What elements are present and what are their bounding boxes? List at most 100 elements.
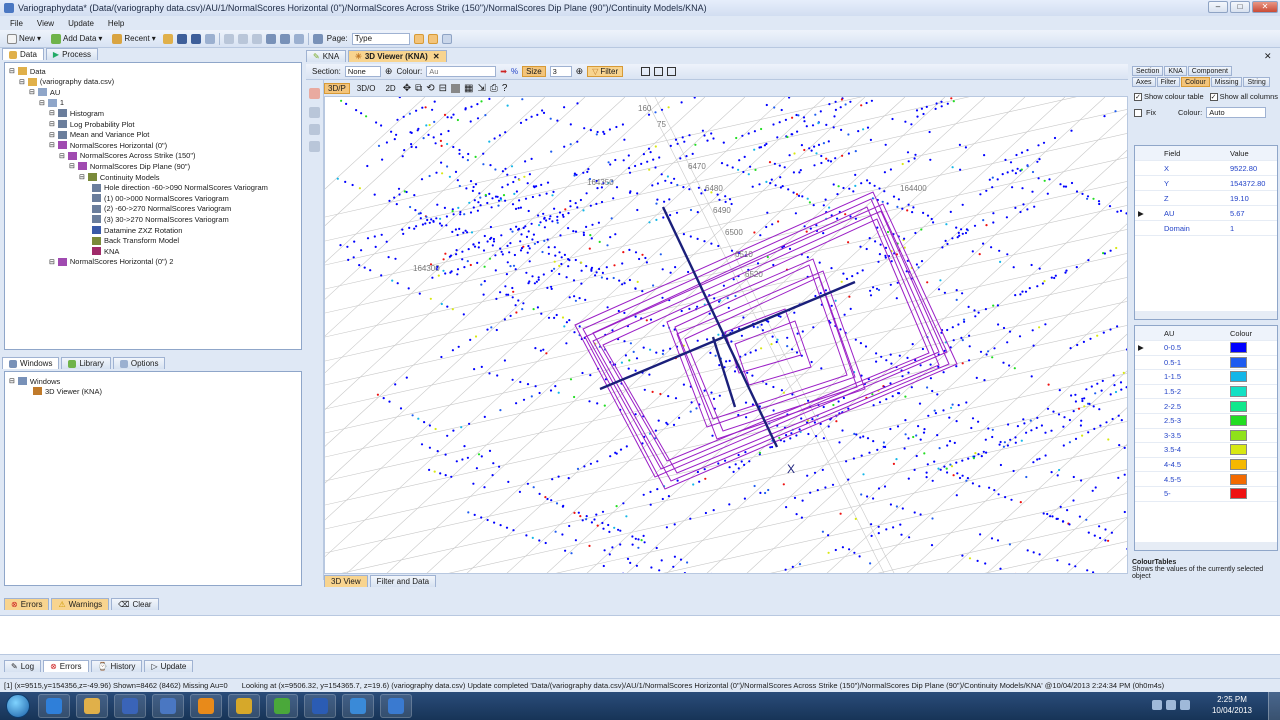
layout-2-icon[interactable] (427, 33, 438, 44)
collapse-icon[interactable]: ⊟ (59, 152, 65, 160)
mode-3d-perspective[interactable]: 3D/P (324, 82, 350, 94)
tree-item[interactable]: ⊟ (variography data.csv) (19, 77, 114, 87)
undo-icon[interactable] (265, 33, 276, 44)
tab-filter-and-data[interactable]: Filter and Data (369, 575, 437, 587)
mode-3d-ortho[interactable]: 3D/O (354, 84, 379, 93)
box-3-icon[interactable] (667, 67, 677, 76)
collapse-icon[interactable]: ⊟ (49, 141, 55, 149)
taskbar-app[interactable] (152, 694, 184, 718)
new-button[interactable]: New ▾ (4, 33, 44, 45)
collapse-icon[interactable]: ⊟ (9, 67, 15, 75)
collapse-icon[interactable]: ⊟ (49, 131, 55, 139)
strip-tool-icon[interactable] (309, 141, 320, 152)
tree-item[interactable]: KNA (89, 246, 119, 256)
size-select[interactable]: 3 (549, 66, 572, 77)
legend-row[interactable]: 1-1.5 (1135, 370, 1277, 385)
tree-item[interactable]: ⊟ Data (9, 66, 46, 76)
redo-icon[interactable] (279, 33, 290, 44)
tab-3d-viewer[interactable]: ✳ 3D Viewer (KNA) ✕ (348, 50, 447, 62)
solid-icon[interactable] (451, 83, 461, 93)
tree-item[interactable]: ⊟ NormalScores Horizontal (0") (49, 140, 167, 150)
taskbar-app[interactable] (190, 694, 222, 718)
colour-select[interactable]: Au (426, 66, 497, 77)
fit-icon[interactable]: ⧉ (415, 83, 422, 94)
colour-swatch[interactable] (1230, 386, 1247, 398)
tab-3d-view[interactable]: 3D View (324, 575, 368, 587)
tab-windows[interactable]: Windows (2, 357, 60, 369)
show-all-columns-checkbox[interactable]: ✓ Show all columns (1209, 92, 1278, 101)
warnings-button[interactable]: ⚠ Warnings (51, 598, 110, 610)
tree-item[interactable]: ⊟ Log Probability Plot (49, 119, 135, 129)
run-icon[interactable] (223, 33, 234, 44)
collapse-icon[interactable]: ⊟ (29, 88, 35, 96)
clear-button[interactable]: ⌫ Clear (111, 598, 159, 610)
strip-tool-icon[interactable] (309, 107, 320, 118)
layout-3-icon[interactable] (441, 33, 452, 44)
menu-update[interactable]: Update (68, 19, 94, 28)
section-select[interactable]: None (344, 66, 381, 77)
horizontal-scrollbar[interactable] (1135, 311, 1277, 319)
colour-swatch[interactable] (1230, 429, 1247, 441)
tree-item[interactable]: ⊟ NormalScores Horizontal (0") 2 (49, 257, 173, 267)
page-type-select[interactable]: Type (351, 32, 410, 45)
taskbar-app[interactable] (76, 694, 108, 718)
field-row[interactable]: Z 19.10 (1135, 191, 1277, 206)
windows-item-3d-viewer[interactable]: 3D Viewer (KNA) (33, 386, 102, 396)
strip-tool-icon[interactable] (309, 124, 320, 135)
tab-errors[interactable]: ⊗ Errors (43, 660, 89, 672)
fix-checkbox[interactable] (1134, 108, 1142, 117)
legend-row[interactable]: 3-3.5 (1135, 429, 1277, 444)
move-icon[interactable]: ✥ (403, 83, 411, 94)
tab-process[interactable]: ▶ Process (45, 48, 98, 60)
save-icon[interactable] (176, 33, 187, 44)
collapse-icon[interactable]: ⊟ (49, 120, 55, 128)
volume-tray-icon[interactable] (1180, 700, 1190, 710)
layout-1-icon[interactable] (413, 33, 424, 44)
collapse-icon[interactable]: ⊟ (69, 162, 75, 170)
tab-component[interactable]: Component (1187, 66, 1232, 76)
box-2-icon[interactable] (654, 67, 664, 76)
stop-icon[interactable] (251, 33, 262, 44)
tab-string[interactable]: String (1243, 77, 1270, 87)
tab-data[interactable]: Data (2, 48, 44, 60)
tab-history[interactable]: ⌚ History (90, 660, 143, 672)
tree-item[interactable]: ⊟ NormalScores Dip Plane (90") (69, 161, 190, 171)
horizontal-scrollbar[interactable] (1135, 542, 1277, 550)
legend-row[interactable]: 4.5-5 (1135, 472, 1277, 487)
tab-log[interactable]: ✎ Log (4, 660, 42, 672)
tab-library[interactable]: Library (61, 357, 111, 369)
tree-item[interactable]: Back Transform Model (89, 236, 179, 246)
colour-swatch[interactable] (1230, 488, 1247, 500)
colour-swatch[interactable] (1230, 356, 1247, 368)
tab-axes[interactable]: Axes (1132, 77, 1156, 87)
tray-arrow-icon[interactable] (1152, 700, 1162, 710)
menu-view[interactable]: View (37, 19, 54, 28)
tab-filter[interactable]: Filter (1156, 77, 1181, 87)
rotate-icon[interactable]: ⟲ (426, 83, 434, 94)
tree-item[interactable]: (1) 00->000 NormalScores Variogram (89, 193, 229, 203)
tree-item[interactable]: ⊟ 1 (39, 98, 64, 108)
tab-update[interactable]: ▷ Update (144, 660, 194, 672)
legend-row[interactable]: 5- (1135, 487, 1277, 502)
menu-file[interactable]: File (10, 19, 23, 28)
taskbar-app[interactable] (114, 694, 146, 718)
help-icon[interactable]: ? (502, 83, 508, 94)
show-desktop-button[interactable] (1268, 692, 1280, 720)
tree-item[interactable]: (3) 30->270 NormalScores Variogram (89, 214, 229, 224)
colour-swatch[interactable] (1230, 415, 1247, 427)
copy-icon[interactable] (293, 33, 304, 44)
colour-swatch[interactable] (1230, 459, 1247, 471)
tab-kna-props[interactable]: KNA (1164, 66, 1187, 76)
tree-item[interactable]: ⊟ AU (29, 87, 60, 97)
target-icon[interactable]: ⊕ (576, 66, 584, 77)
collapse-icon[interactable]: ⊟ (79, 173, 85, 181)
box-1-icon[interactable] (641, 67, 651, 76)
legend-row[interactable]: ▶ 0-0.5 (1135, 341, 1277, 356)
tab-colour[interactable]: Colour (1181, 77, 1210, 87)
screenshot-icon[interactable]: ⎙ (490, 83, 498, 94)
taskbar-app[interactable] (228, 694, 260, 718)
tree-item[interactable]: ⊟ Histogram (49, 108, 104, 118)
colour-swatch[interactable] (1230, 371, 1247, 383)
taskbar-app[interactable] (342, 694, 374, 718)
colour-target-icon[interactable]: ⊕ (385, 66, 393, 77)
